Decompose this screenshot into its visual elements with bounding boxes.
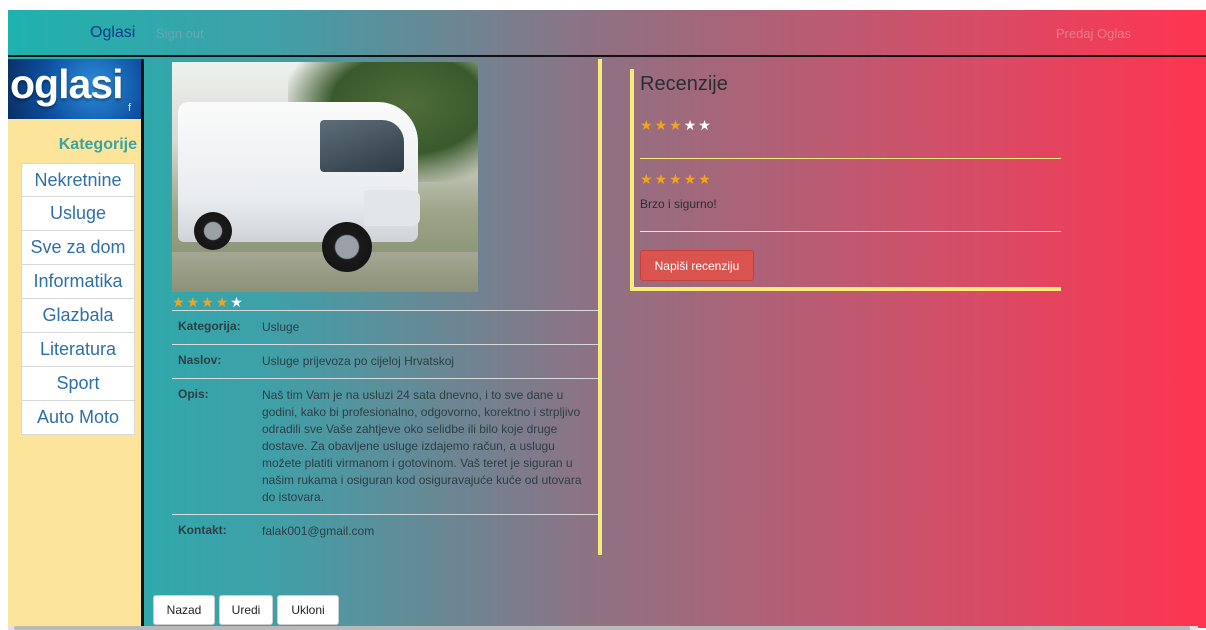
detail-row-category: Kategorija: Usluge — [172, 310, 599, 344]
categories-heading: Kategorije — [58, 136, 137, 153]
brand-link[interactable]: Oglasi — [90, 24, 135, 42]
star-empty-icon: ★ — [683, 117, 697, 133]
category-item-sve-za-dom[interactable]: Sve za dom — [21, 231, 135, 265]
star-filled-icon: ★ — [683, 171, 697, 187]
detail-value: falak001@gmail.com — [262, 524, 375, 538]
vertical-divider — [598, 59, 602, 555]
star-filled-icon: ★ — [640, 117, 653, 133]
back-button[interactable]: Nazad — [153, 595, 215, 625]
category-item-glazbala[interactable]: Glazbala — [21, 299, 135, 333]
listing-photo — [172, 62, 478, 292]
reviews-title: Recenzije — [640, 73, 728, 95]
review-separator — [640, 231, 1061, 232]
detail-label: Kategorija: — [178, 319, 241, 333]
page-frame: Oglasi Sign out Predaj Oglas oglasi f Ka… — [8, 10, 1206, 628]
category-item-sport[interactable]: Sport — [21, 367, 135, 401]
star-filled-icon: ★ — [172, 294, 185, 310]
detail-label: Kontakt: — [178, 523, 227, 537]
van-grille — [364, 190, 420, 226]
category-list: Nekretnine Usluge Sve za dom Informatika… — [21, 163, 135, 435]
detail-label: Opis: — [178, 387, 209, 401]
van-rear-wheel — [194, 212, 232, 250]
category-item-informatika[interactable]: Informatika — [21, 265, 135, 299]
site-logo[interactable]: oglasi f — [8, 59, 141, 119]
logo-f-mark: f — [127, 102, 131, 114]
category-item-nekretnine[interactable]: Nekretnine — [21, 163, 135, 197]
review-separator — [640, 158, 1061, 159]
detail-row-contact: Kontakt: falak001@gmail.com — [172, 514, 599, 548]
listing-rating-stars: ★ ★ ★ ★ ★ — [172, 295, 243, 309]
star-filled-icon: ★ — [215, 294, 229, 310]
star-empty-icon: ★ — [230, 294, 243, 310]
star-empty-icon: ★ — [698, 117, 711, 133]
van-front-wheel — [322, 222, 372, 272]
reviews-panel: Recenzije ★ ★ ★ ★ ★ ★ ★ ★ ★ ★ Brzo i sigurno! Na… — [630, 69, 1061, 291]
star-filled-icon: ★ — [201, 294, 214, 310]
category-item-usluge[interactable]: Usluge — [21, 197, 135, 231]
star-filled-icon: ★ — [640, 171, 653, 187]
average-rating-stars: ★ ★ ★ ★ ★ — [640, 118, 711, 132]
navbar: Oglasi Sign out Predaj Oglas — [8, 10, 1206, 57]
detail-row-title: Naslov: Usluge prijevoza po cijeloj Hrva… — [172, 344, 599, 378]
star-filled-icon: ★ — [669, 117, 682, 133]
star-filled-icon: ★ — [654, 117, 668, 133]
horizontal-scrollbar[interactable] — [8, 626, 1198, 630]
scrollbar-thumb[interactable] — [14, 626, 1190, 630]
review-text: Brzo i sigurno! — [640, 197, 717, 211]
category-item-auto-moto[interactable]: Auto Moto — [21, 401, 135, 435]
remove-button[interactable]: Ukloni — [277, 595, 339, 625]
action-buttons: Nazad Uredi Ukloni — [153, 595, 339, 625]
sidebar: oglasi f Kategorije Nekretnine Usluge Sv… — [8, 59, 144, 628]
van-windshield — [320, 120, 404, 172]
detail-value: Naš tim Vam je na usluzi 24 sata dnevno,… — [262, 388, 582, 504]
detail-value: Usluge — [262, 320, 300, 334]
write-review-button[interactable]: Napiši recenziju — [640, 250, 754, 281]
detail-label: Naslov: — [178, 353, 222, 367]
category-item-literatura[interactable]: Literatura — [21, 333, 135, 367]
detail-value: Usluge prijevoza po cijeloj Hrvatskoj — [262, 354, 455, 368]
logo-text: oglasi — [10, 61, 123, 107]
star-filled-icon: ★ — [698, 171, 711, 187]
sign-out-link[interactable]: Sign out — [156, 26, 204, 41]
star-filled-icon: ★ — [654, 171, 668, 187]
review-rating-stars: ★ ★ ★ ★ ★ — [640, 172, 711, 186]
detail-row-description: Opis: Naš tim Vam je na usluzi 24 sata d… — [172, 378, 599, 514]
star-filled-icon: ★ — [186, 294, 200, 310]
star-filled-icon: ★ — [669, 171, 682, 187]
listing-details: Kategorija: Usluge Naslov: Usluge prijev… — [172, 310, 599, 548]
edit-button[interactable]: Uredi — [219, 595, 273, 625]
post-ad-link[interactable]: Predaj Oglas — [1056, 26, 1131, 41]
